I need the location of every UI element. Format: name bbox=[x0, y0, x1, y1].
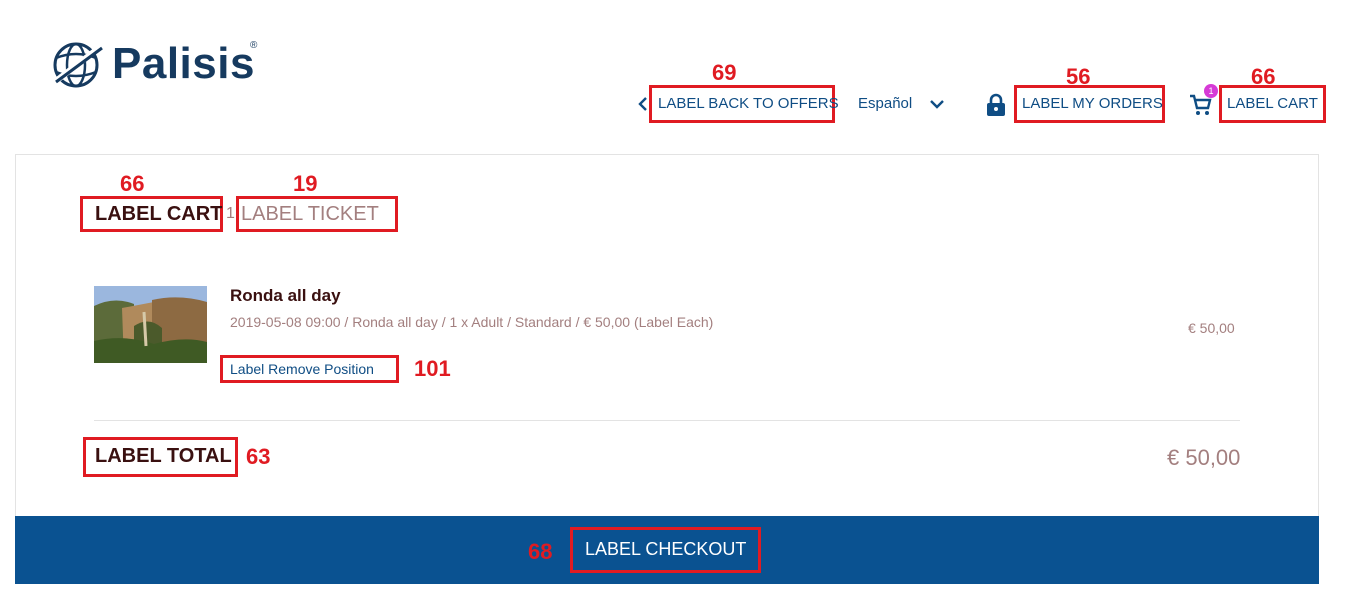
back-to-offers-link[interactable]: LABEL BACK TO OFFERS bbox=[658, 94, 839, 114]
annotation-number-checkout: 68 bbox=[528, 539, 553, 564]
breadcrumb-cart: LABEL CART bbox=[95, 203, 223, 225]
brand-name: Palisis bbox=[112, 39, 255, 88]
breadcrumb-ticket[interactable]: LABEL TICKET bbox=[241, 201, 379, 227]
annotation-number-ticket: 19 bbox=[293, 171, 318, 196]
globe-logo-icon bbox=[50, 41, 106, 88]
item-details: 2019-05-08 09:00 / Ronda all day / 1 x A… bbox=[230, 314, 714, 330]
breadcrumb-step-number: 1 bbox=[226, 205, 235, 222]
my-orders-link[interactable]: LABEL MY ORDERS bbox=[1022, 94, 1163, 114]
chevron-left-icon[interactable] bbox=[638, 96, 648, 112]
annotation-number-header-cart: 66 bbox=[1251, 64, 1276, 89]
annotation-number-remove: 101 bbox=[414, 356, 451, 381]
annotation-number-back-to-offers: 69 bbox=[712, 60, 737, 85]
registered-mark: ® bbox=[250, 40, 258, 51]
item-price: € 50,00 bbox=[1188, 320, 1235, 336]
item-thumbnail bbox=[94, 286, 207, 363]
palisis-logo[interactable]: Palisis ® bbox=[50, 36, 265, 92]
item-name: Ronda all day bbox=[230, 286, 341, 305]
chevron-down-icon bbox=[930, 100, 944, 109]
divider bbox=[94, 420, 1240, 421]
total-value: € 50,00 bbox=[1167, 445, 1241, 470]
total-label: LABEL TOTAL bbox=[95, 445, 232, 467]
cart-link[interactable]: LABEL CART bbox=[1227, 94, 1318, 114]
remove-position-link[interactable]: Label Remove Position bbox=[230, 361, 374, 377]
annotation-number-total: 63 bbox=[246, 444, 271, 469]
checkout-button[interactable]: LABEL CHECKOUT bbox=[585, 539, 746, 560]
language-label: Español bbox=[858, 95, 913, 112]
annotation-number-breadcrumb-cart: 66 bbox=[120, 171, 145, 196]
cart-count-badge: 1 bbox=[1204, 84, 1218, 98]
lock-icon[interactable] bbox=[986, 93, 1006, 117]
annotation-number-my-orders: 56 bbox=[1066, 64, 1091, 89]
